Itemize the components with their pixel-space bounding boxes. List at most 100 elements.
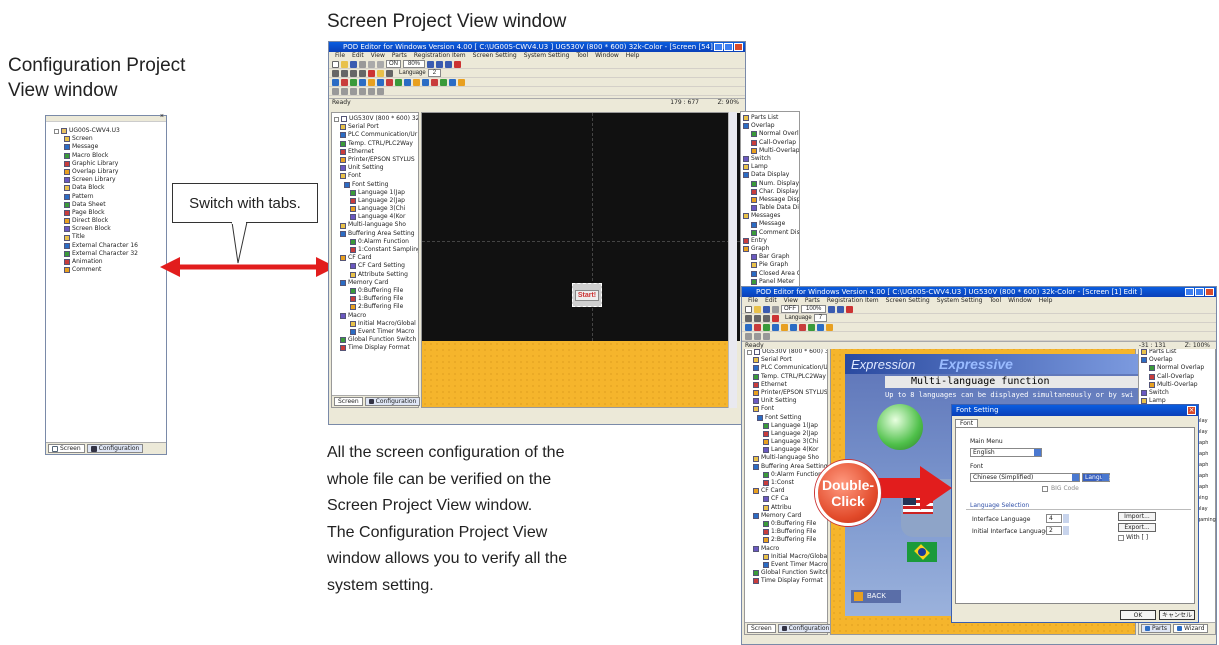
grid-select[interactable]: ON — [386, 60, 401, 68]
tree-item[interactable]: Page Block — [54, 209, 166, 217]
cut-icon[interactable] — [368, 60, 375, 68]
close-icon[interactable]: × — [160, 113, 164, 120]
menu-item[interactable]: File — [335, 52, 345, 59]
tree-item[interactable]: Data Sheet — [54, 201, 166, 209]
tree-item[interactable]: Ethernet — [334, 148, 418, 156]
tree-item[interactable]: Buffering Area Setting — [334, 230, 418, 238]
align-left-icon[interactable] — [332, 87, 339, 95]
tree-item[interactable]: 0:Buffering File — [334, 287, 418, 295]
menu-item[interactable]: Registration Item — [414, 52, 466, 59]
tab-configuration[interactable]: Configuration — [86, 444, 144, 453]
table-icon[interactable] — [422, 78, 429, 86]
align-right-icon[interactable] — [341, 87, 348, 95]
tab-screen[interactable]: Screen — [334, 397, 363, 406]
save-icon[interactable] — [763, 305, 770, 313]
lamp-part-icon[interactable] — [341, 78, 348, 86]
zoom-select[interactable]: 80% — [403, 60, 426, 68]
tree-item[interactable]: Ethernet — [747, 381, 827, 389]
tree-item[interactable]: Macro — [747, 545, 827, 553]
group-icon[interactable] — [368, 87, 375, 95]
menu-item[interactable]: Registration Item — [827, 297, 879, 304]
entry-icon[interactable] — [826, 323, 833, 331]
big-code-checkbox[interactable] — [1042, 486, 1048, 492]
tree-item[interactable]: Multi-Overlap — [1141, 381, 1215, 389]
graph-icon[interactable] — [790, 323, 797, 331]
tree-item[interactable]: 2:Buffering File — [747, 536, 827, 544]
initial-language-stepper[interactable]: 2 — [1046, 526, 1062, 535]
export-button[interactable]: Export... — [1118, 523, 1156, 532]
message-icon[interactable] — [368, 78, 375, 86]
tree-item[interactable]: Lamp — [743, 163, 799, 171]
tree-item[interactable]: Font — [747, 405, 827, 413]
tree-item[interactable]: Graph — [743, 245, 799, 253]
arrow-up-icon[interactable] — [445, 60, 453, 68]
tree-item[interactable]: Screen Block — [54, 225, 166, 233]
tab-screen[interactable]: Screen — [747, 624, 776, 633]
circle-icon[interactable] — [763, 314, 770, 322]
menu-item[interactable]: Tool — [576, 52, 588, 59]
tree-item[interactable]: Macro Block — [54, 152, 166, 160]
tree-item[interactable]: Pie Graph — [743, 261, 799, 269]
trend-icon[interactable] — [395, 78, 402, 86]
switch-part-icon[interactable] — [745, 323, 752, 331]
circle-icon[interactable] — [350, 69, 357, 77]
import-button[interactable]: Import... — [1118, 512, 1156, 521]
meter-icon[interactable] — [817, 323, 824, 331]
tree-item[interactable]: Language 4(Kor — [334, 213, 418, 221]
tree-item[interactable]: Call-Overlap — [1141, 373, 1215, 381]
tree-item[interactable]: Overlap — [1141, 356, 1215, 364]
tab-configuration[interactable]: Configuration — [364, 397, 421, 406]
stepper-arrows-icon[interactable] — [1063, 514, 1069, 523]
tree-item[interactable]: Event Timer Macro — [747, 561, 827, 569]
menu-item[interactable]: Help — [626, 52, 640, 59]
line-icon[interactable] — [745, 314, 752, 322]
tree-item[interactable]: Language 2(Jap — [747, 430, 827, 438]
tree-item[interactable]: Num. Display — [743, 180, 799, 188]
align-top-icon[interactable] — [350, 87, 357, 95]
tree-item[interactable]: Messages — [743, 212, 799, 220]
tree-item[interactable]: Closed Area Graph — [743, 270, 799, 278]
message-icon[interactable] — [781, 323, 788, 331]
tree-item[interactable]: Attribu — [747, 504, 827, 512]
grid-select[interactable]: OFF — [781, 305, 799, 313]
record-icon[interactable] — [431, 78, 438, 86]
tree-item[interactable]: 1:Constant Sampling — [334, 246, 418, 254]
new-icon[interactable] — [745, 305, 752, 313]
start-button[interactable]: Start! — [572, 283, 602, 307]
tree-item[interactable]: Language 3(Chi — [334, 205, 418, 213]
menu-item[interactable]: View — [784, 297, 798, 304]
menu-item[interactable]: Parts — [805, 297, 820, 304]
tree-item[interactable]: Event Timer Macro — [334, 328, 418, 336]
chevron-down-icon[interactable] — [1072, 474, 1079, 481]
alarm-icon[interactable] — [386, 78, 393, 86]
entry-icon[interactable] — [413, 78, 420, 86]
tree-item[interactable]: Multi-Overlap — [743, 147, 799, 155]
calendar-icon[interactable] — [449, 78, 456, 86]
menu-item[interactable]: Edit — [352, 52, 364, 59]
tree-item[interactable]: Graphic Library — [54, 160, 166, 168]
collapse-icon[interactable] — [54, 128, 59, 134]
tab-wizard[interactable]: Wizard — [1172, 624, 1209, 633]
tree-item[interactable]: Font Setting — [747, 414, 827, 422]
arrow-left-icon[interactable] — [828, 305, 836, 313]
tree-item[interactable]: Message — [743, 220, 799, 228]
back-button[interactable]: BACK — [851, 590, 901, 603]
menu-item[interactable]: System Setting — [524, 52, 570, 59]
num-display-icon[interactable] — [350, 78, 357, 86]
menu-item[interactable]: File — [748, 297, 758, 304]
tree-item[interactable]: Panel Meter — [743, 278, 799, 286]
tree-item[interactable]: Printer/EPSON STYLUS — [747, 389, 827, 397]
tree-item[interactable]: Language 4(Kor — [747, 446, 827, 454]
tree-item[interactable]: Printer/EPSON STYLUS — [334, 156, 418, 164]
tree-item[interactable]: PLC Communication/Ur — [747, 364, 827, 372]
sampling-icon[interactable] — [440, 78, 447, 86]
tree-item[interactable]: Multi-language Sho — [747, 454, 827, 462]
close-button[interactable] — [1205, 288, 1214, 296]
tree-item[interactable]: External Character 32 — [54, 250, 166, 258]
save-icon[interactable] — [350, 60, 357, 68]
tree-item[interactable]: Serial Port — [334, 123, 418, 131]
ok-button[interactable]: OK — [1120, 610, 1156, 620]
rect-icon[interactable] — [341, 69, 348, 77]
tree-item[interactable]: Pattern — [54, 193, 166, 201]
tree-item[interactable]: 1:Buffering File — [334, 295, 418, 303]
